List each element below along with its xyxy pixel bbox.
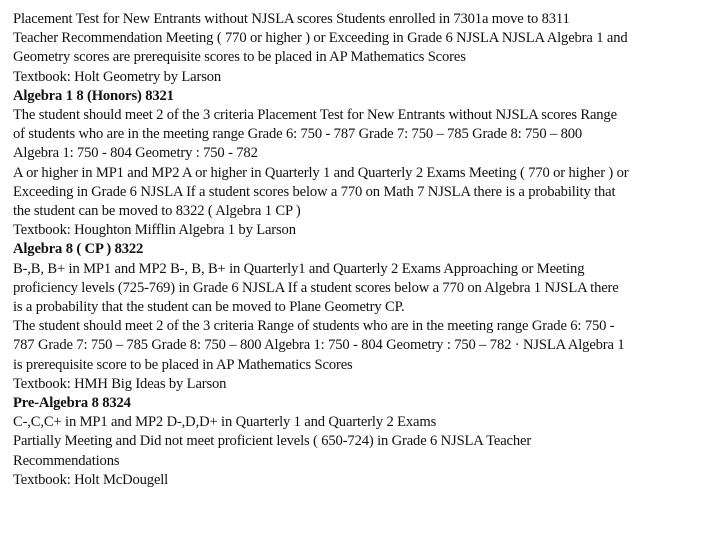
- placement-document: Placement Test for New Entrants without …: [13, 10, 713, 490]
- criteria-line: 787 Grade 7: 750 – 785 Grade 8: 750 – 80…: [13, 337, 625, 354]
- section-algebra-1-8-honors: Algebra 1 8 (Honors) 8321 The student sh…: [13, 87, 713, 241]
- criteria-line: proficiency levels (725-769) in Grade 6 …: [13, 279, 619, 296]
- criteria-line: Teacher Recommendation Meeting ( 770 or …: [13, 30, 628, 47]
- criteria-line: of students who are in the meeting range…: [13, 126, 583, 143]
- criteria-line: B-,B, B+ in MP1 and MP2 B-, B, B+ in Qua…: [13, 260, 585, 277]
- criteria-line: Geometry scores are prerequisite scores …: [13, 49, 466, 66]
- criteria-line: The student should meet 2 of the 3 crite…: [13, 107, 617, 124]
- criteria-line: Algebra 1: 750 - 804 Geometry : 750 - 78…: [13, 145, 258, 162]
- section-geometry-honors: Placement Test for New Entrants without …: [13, 10, 713, 87]
- criteria-line: is prerequisite score to be placed in AP…: [13, 356, 353, 373]
- section-pre-algebra-8: Pre-Algebra 8 8324 C-,C,C+ in MP1 and MP…: [13, 394, 713, 490]
- criteria-line: is a probability that the student can be…: [13, 299, 405, 316]
- textbook-line: Textbook: Holt McDougell: [13, 471, 169, 488]
- section-heading: Algebra 8 ( CP ) 8322: [13, 241, 144, 258]
- section-heading: Pre-Algebra 8 8324: [13, 395, 131, 412]
- criteria-line: Placement Test for New Entrants without …: [13, 11, 570, 27]
- textbook-line: Textbook: HMH Big Ideas by Larson: [13, 375, 227, 392]
- textbook-line: Textbook: Houghton Mifflin Algebra 1 by …: [13, 222, 296, 239]
- criteria-line: Partially Meeting and Did not meet profi…: [13, 433, 532, 450]
- criteria-line: the student can be moved to 8322 ( Algeb…: [13, 203, 301, 220]
- criteria-line: Recommendations: [13, 452, 120, 469]
- section-algebra-8-cp: Algebra 8 ( CP ) 8322 B-,B, B+ in MP1 an…: [13, 240, 713, 394]
- textbook-line: Textbook: Holt Geometry by Larson: [13, 68, 222, 85]
- criteria-line: Exceeding in Grade 6 NJSLA If a student …: [13, 183, 616, 200]
- section-heading: Algebra 1 8 (Honors) 8321: [13, 87, 174, 104]
- criteria-line: A or higher in MP1 and MP2 A or higher i…: [13, 164, 629, 181]
- criteria-line: The student should meet 2 of the 3 crite…: [13, 318, 615, 335]
- criteria-line: C-,C,C+ in MP1 and MP2 D-,D,D+ in Quarte…: [13, 414, 437, 431]
